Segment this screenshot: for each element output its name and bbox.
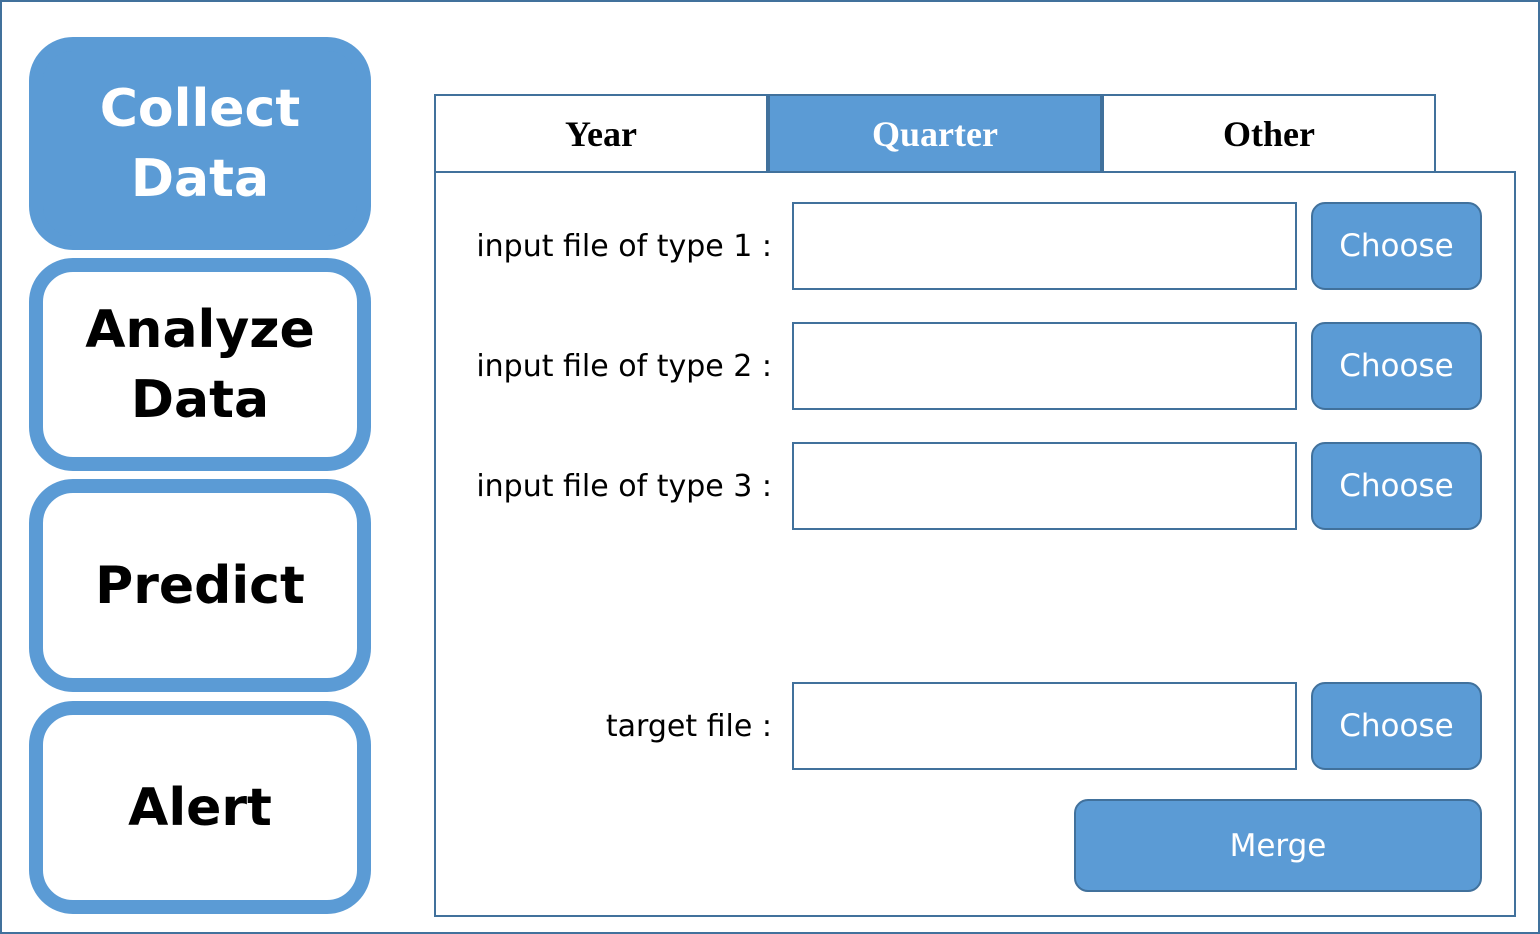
app-window: Collect Data Analyze Data Predict Alert … <box>0 0 1540 934</box>
merge-button[interactable]: Merge <box>1074 799 1482 892</box>
choose-target-file-button[interactable]: Choose <box>1311 682 1482 770</box>
input-file-type-1-field[interactable] <box>792 202 1297 290</box>
choose-file-type-3-button[interactable]: Choose <box>1311 442 1482 530</box>
nav-predict-label: Predict <box>95 555 305 616</box>
input-file-type-3-label: input file of type 3 : <box>476 468 772 504</box>
nav-collect-data-label: Collect Data <box>99 78 301 209</box>
tab-other-label: Other <box>1223 114 1315 154</box>
choose-file-type-1-button[interactable]: Choose <box>1311 202 1482 290</box>
nav-alert-label: Alert <box>128 777 272 838</box>
input-file-type-1-label: input file of type 1 : <box>476 228 772 264</box>
nav-analyze-data-button[interactable]: Analyze Data <box>29 258 371 471</box>
tab-quarter-label: Quarter <box>872 114 998 154</box>
tab-quarter[interactable]: Quarter <box>768 94 1102 172</box>
nav-analyze-data-label: Analyze Data <box>85 299 315 430</box>
tab-other[interactable]: Other <box>1102 94 1436 172</box>
input-file-type-3-field[interactable] <box>792 442 1297 530</box>
nav-collect-data-button[interactable]: Collect Data <box>29 37 371 250</box>
nav-alert-button[interactable]: Alert <box>29 701 371 914</box>
input-file-type-2-label: input file of type 2 : <box>476 348 772 384</box>
nav-predict-button[interactable]: Predict <box>29 479 371 692</box>
target-file-label: target file : <box>605 708 772 744</box>
tab-year[interactable]: Year <box>434 94 768 172</box>
target-file-field[interactable] <box>792 682 1297 770</box>
choose-file-type-2-button[interactable]: Choose <box>1311 322 1482 410</box>
input-file-type-2-field[interactable] <box>792 322 1297 410</box>
tab-year-label: Year <box>565 114 637 154</box>
